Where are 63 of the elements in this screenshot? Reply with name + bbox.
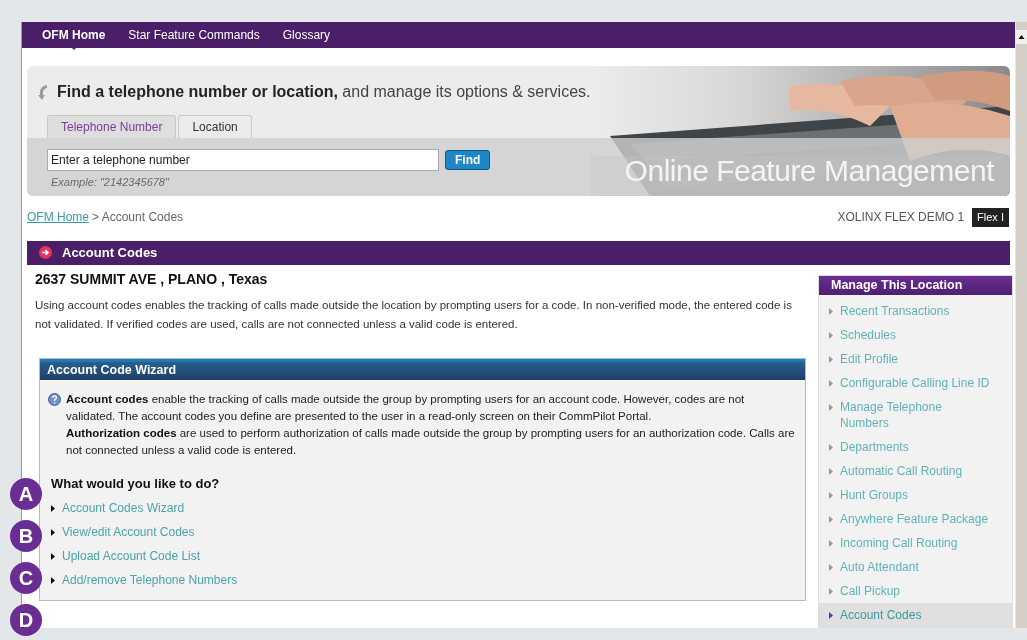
info-paragraph: Account codes enable the tracking of calls made outside the group by prompting users for an account code. However, codes are not validated. The account codes you define are presented to the user in a read-only screen on their CommPilot Portal. bbox=[66, 391, 746, 424]
sidebar-item[interactable]: Departments bbox=[819, 435, 1012, 459]
sidebar-item[interactable]: Edit Profile bbox=[819, 347, 1012, 371]
address: 2637 SUMMIT AVE , PLANO , Texas bbox=[35, 269, 269, 289]
arrow-icon bbox=[829, 564, 833, 571]
wizard-link[interactable]: Add/remove Telephone Numbers bbox=[62, 571, 238, 589]
nav-link[interactable]: Glossary bbox=[282, 26, 331, 44]
wizard-title: Account Code Wizard bbox=[47, 362, 177, 380]
sidebar-item[interactable]: Anywhere Feature Package bbox=[819, 507, 1012, 531]
description: Using account codes enables the tracking of calls made outside the location by prompting users for a code. In non-verified mode, the entered code is not validated. If verified codes are used, calls are not connected unless a valid code is entered. bbox=[35, 297, 793, 332]
annotation-marker: C bbox=[10, 562, 42, 594]
wizard-link[interactable]: Account Codes Wizard bbox=[62, 499, 185, 517]
help-icon bbox=[48, 392, 61, 406]
arrow-icon bbox=[829, 492, 833, 499]
arrow-icon bbox=[51, 528, 55, 536]
wizard-question: What would you like to do? bbox=[50, 474, 221, 493]
arrow-icon bbox=[51, 552, 55, 560]
search-tab[interactable]: Location bbox=[178, 115, 252, 138]
sidebar-item[interactable]: Manage Telephone Numbers bbox=[819, 395, 1012, 435]
telephone-input-field[interactable]: Enter a telephone number bbox=[47, 149, 439, 171]
arrow-icon bbox=[829, 380, 833, 387]
arrow-icon bbox=[829, 540, 833, 547]
account-badge: Flex I bbox=[972, 208, 1009, 227]
sidebar-title: Manage This Location bbox=[831, 276, 963, 294]
annotation-marker: B bbox=[10, 520, 42, 552]
arrow-icon bbox=[51, 576, 55, 584]
section-title: Account Codes bbox=[62, 243, 158, 262]
search-headline: Find a telephone number or location, and manage its options & services. bbox=[57, 82, 591, 102]
curved-arrow-icon bbox=[37, 83, 49, 101]
wizard-link[interactable]: View/edit Account Codes bbox=[62, 523, 195, 541]
arrow-icon bbox=[829, 404, 833, 411]
scroll-up-icon[interactable] bbox=[1016, 30, 1027, 44]
arrow-icon bbox=[829, 468, 833, 475]
nav-link[interactable]: Star Feature Commands bbox=[128, 26, 260, 44]
sidebar-item[interactable]: Schedules bbox=[819, 323, 1012, 347]
sidebar-item[interactable]: Auto Attendant bbox=[819, 555, 1012, 579]
nav-link[interactable]: OFM Home bbox=[42, 26, 106, 44]
arrow-icon bbox=[829, 444, 833, 451]
sidebar-item[interactable]: Incoming Call Routing bbox=[819, 531, 1012, 555]
breadcrumb-link[interactable]: OFM Home bbox=[27, 208, 89, 227]
arrow-icon bbox=[829, 588, 833, 595]
arrow-icon bbox=[51, 504, 55, 512]
sidebar-item[interactable]: Call Pickup bbox=[819, 579, 1012, 603]
sidebar-item[interactable]: Automatic Call Routing bbox=[819, 459, 1012, 483]
arrow-icon bbox=[829, 308, 833, 315]
sidebar-item[interactable]: Recent Transactions bbox=[819, 299, 1012, 323]
info-paragraph: Authorization codes are used to perform authorization of calls made outside the group by prompting users for an authorization code. Calls are not connected unless a valid code is entered. bbox=[66, 425, 795, 458]
breadcrumb-current: > Account Codes bbox=[92, 209, 184, 227]
sidebar-item[interactable]: Account Codes bbox=[819, 603, 1012, 627]
search-tab[interactable]: Telephone Number bbox=[47, 115, 177, 138]
sidebar-item[interactable]: Hunt Groups bbox=[819, 483, 1012, 507]
arrow-icon bbox=[829, 332, 833, 339]
arrow-icon bbox=[829, 356, 833, 363]
sidebar-item[interactable]: Configurable Calling Line ID bbox=[819, 371, 1012, 395]
annotation-marker: D bbox=[10, 604, 42, 636]
arrow-icon bbox=[829, 516, 833, 523]
arrow-icon bbox=[829, 612, 833, 619]
annotation-marker: A bbox=[10, 478, 42, 510]
account-name: XOLINX FLEX DEMO 1 bbox=[837, 209, 965, 227]
circle-arrow-icon bbox=[39, 246, 52, 259]
find-button[interactable]: Find bbox=[445, 150, 491, 170]
banner-title: Online Feature Management bbox=[624, 156, 994, 186]
wizard-link[interactable]: Upload Account Code List bbox=[62, 547, 201, 565]
